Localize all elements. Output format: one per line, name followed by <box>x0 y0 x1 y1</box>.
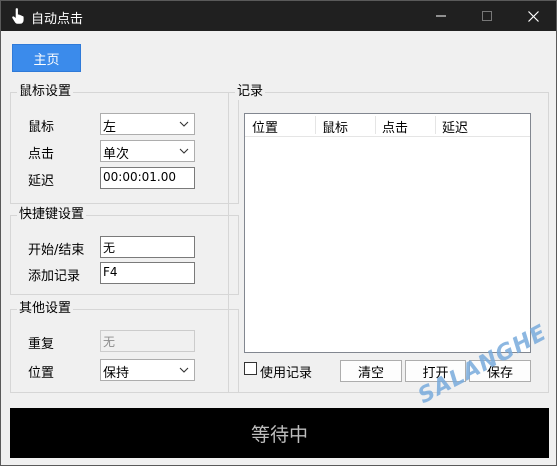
add-record-hotkey-label: 添加记录 <box>28 269 81 284</box>
chevron-down-icon <box>179 121 189 127</box>
start-stop-hotkey-input[interactable]: 无 <box>100 236 195 258</box>
repeat-input: 无 <box>100 330 195 352</box>
delay-label: 延迟 <box>28 174 55 189</box>
column-header-click[interactable]: 点击 <box>382 117 408 136</box>
column-header-position[interactable]: 位置 <box>252 117 278 136</box>
group-title: 快捷键设置 <box>17 207 87 223</box>
status-text: 等待中 <box>250 423 308 446</box>
repeat-label: 重复 <box>28 337 55 352</box>
chevron-down-icon <box>179 367 189 373</box>
window-title: 自动点击 <box>31 12 84 27</box>
use-records-label: 使用记录 <box>260 366 313 381</box>
records-list-header: 位置 鼠标 点击 延迟 <box>245 114 530 137</box>
position-select[interactable]: 保持 <box>100 359 195 381</box>
start-stop-hotkey-label: 开始/结束 <box>28 243 85 258</box>
group-title: 记录 <box>235 84 266 100</box>
records-list[interactable]: 位置 鼠标 点击 延迟 <box>244 113 531 353</box>
click-type-select[interactable]: 单次 <box>100 140 195 162</box>
chevron-down-icon <box>179 148 189 154</box>
click-type-label: 点击 <box>28 147 55 162</box>
app-window: 自动点击 主页 鼠标设置 鼠标 左 点击 单次 延迟 00:00:01.00 快… <box>0 0 557 466</box>
home-button[interactable]: 主页 <box>12 44 81 72</box>
delay-input[interactable]: 00:00:01.00 <box>100 167 195 189</box>
selected-value: 左 <box>103 120 117 135</box>
column-divider <box>375 116 376 134</box>
selected-value: 单次 <box>103 147 130 162</box>
column-divider <box>315 116 316 134</box>
title-bar: 自动点击 <box>1 1 556 31</box>
pointer-hand-icon <box>12 8 24 24</box>
maximize-icon <box>482 11 492 21</box>
column-header-mouse[interactable]: 鼠标 <box>322 117 348 136</box>
use-records-checkbox[interactable] <box>244 362 257 375</box>
minimize-icon <box>436 15 446 17</box>
selected-value: 保持 <box>103 366 130 381</box>
close-button[interactable] <box>510 1 556 31</box>
column-divider <box>435 116 436 134</box>
group-title: 其他设置 <box>17 301 74 317</box>
close-icon <box>527 10 539 22</box>
position-label: 位置 <box>28 366 55 381</box>
add-record-hotkey-input[interactable]: F4 <box>100 262 195 284</box>
minimize-button[interactable] <box>418 1 464 31</box>
group-title: 鼠标设置 <box>17 84 74 100</box>
clear-button[interactable]: 清空 <box>340 360 402 382</box>
mouse-button-select[interactable]: 左 <box>100 113 195 135</box>
column-header-delay[interactable]: 延迟 <box>442 117 468 136</box>
mouse-button-label: 鼠标 <box>28 120 55 135</box>
status-bar: 等待中 <box>10 408 549 458</box>
maximize-button[interactable] <box>464 1 510 31</box>
